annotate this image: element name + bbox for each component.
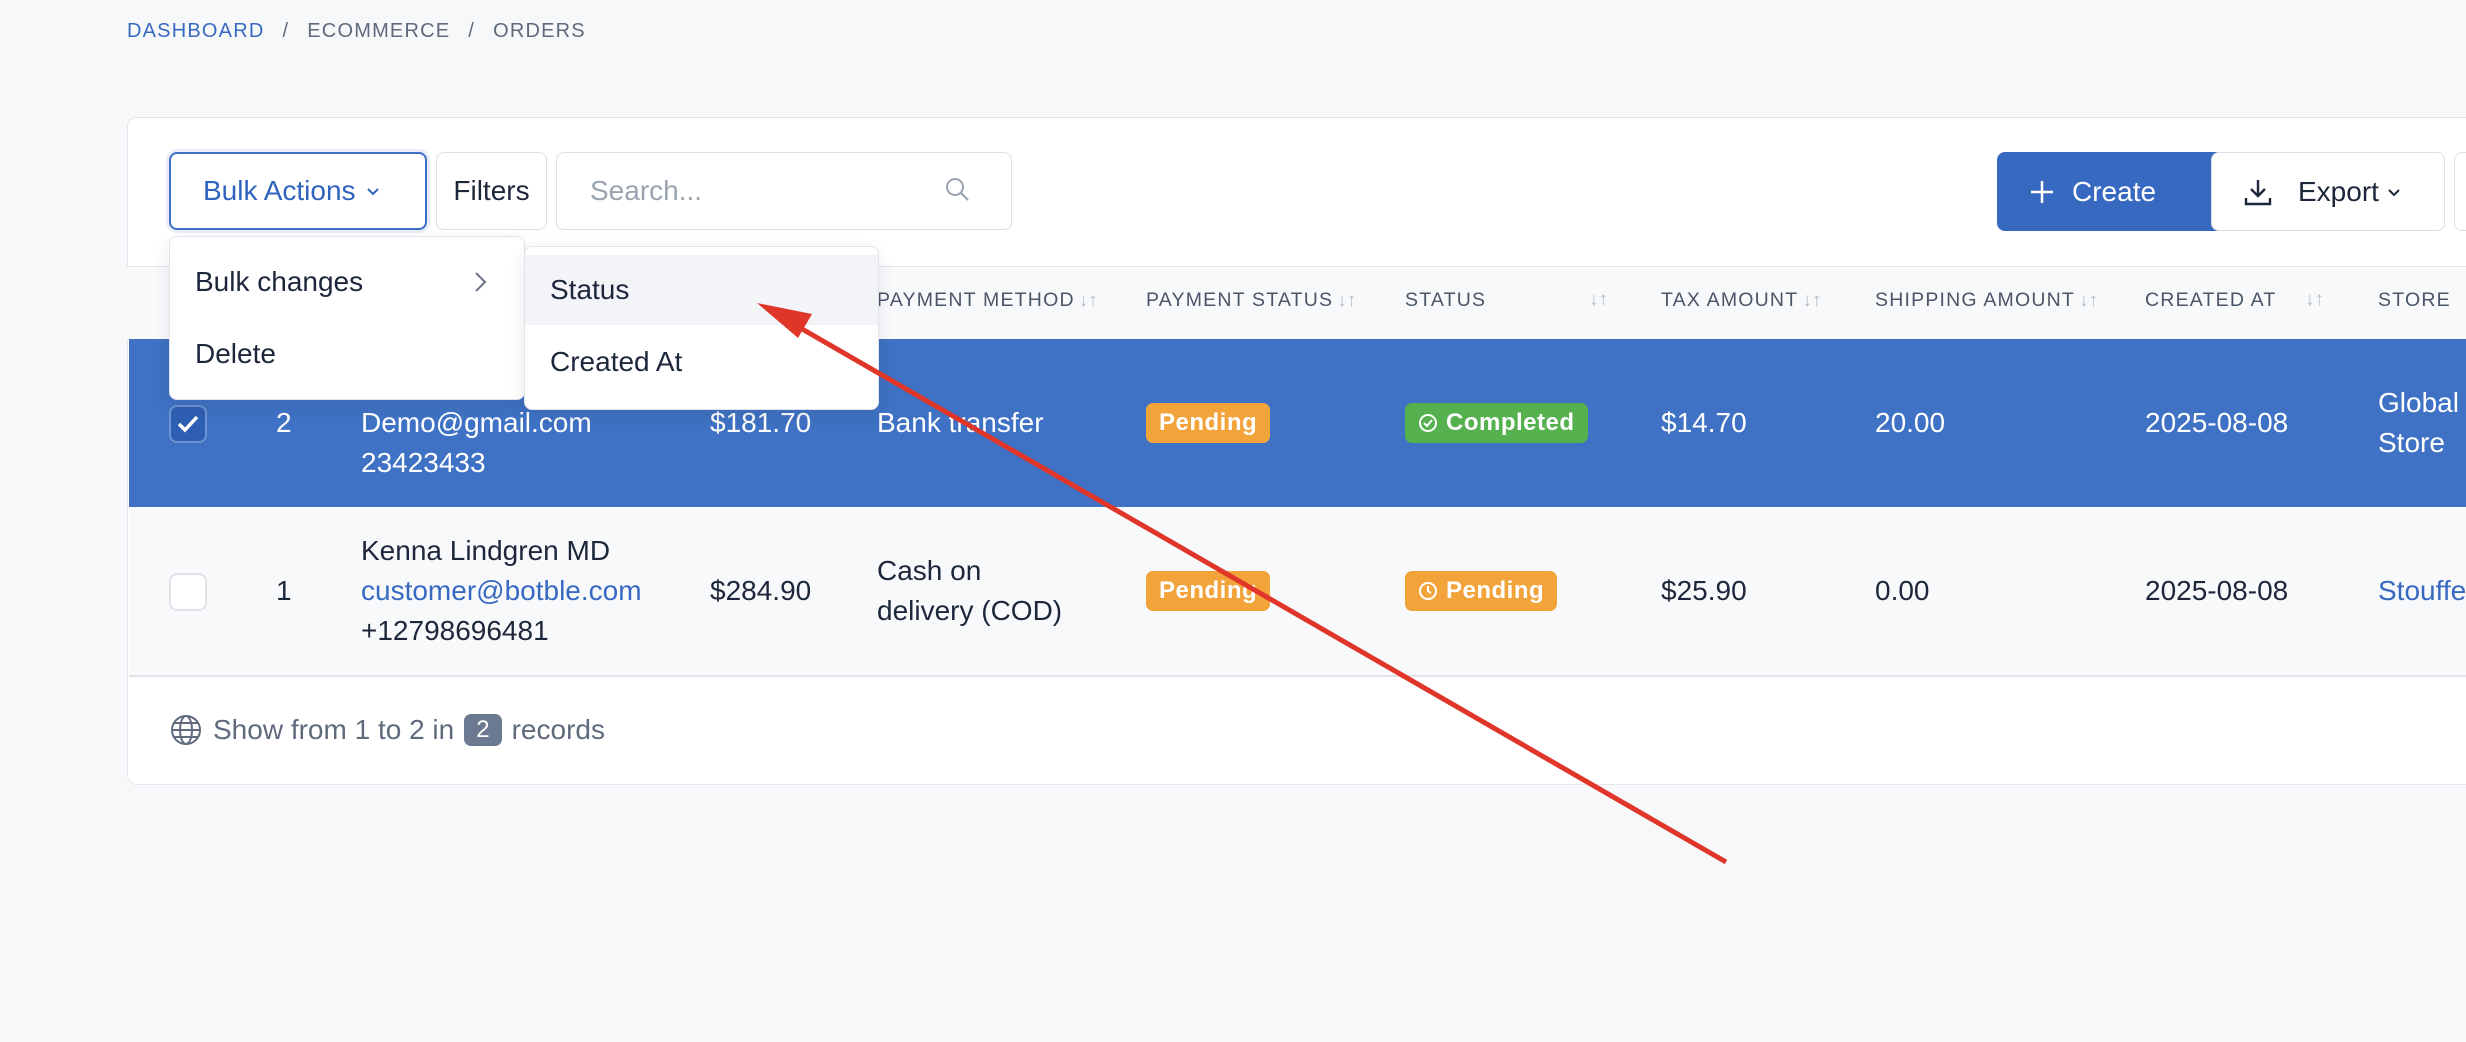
shipping-amount: 0.00 (1875, 575, 1930, 606)
status-label: Completed (1446, 409, 1575, 436)
menu-item-label: Created At (550, 346, 683, 377)
download-icon (2244, 179, 2272, 205)
sort-icon[interactable]: ↓↑ (1589, 289, 1608, 311)
breadcrumb-orders: ORDERS (493, 20, 586, 42)
payment-status-badge: Pending (1146, 571, 1271, 611)
store-name[interactable]: Stouffe (2378, 571, 2466, 611)
filters-label: Filters (453, 175, 530, 206)
order-id: 2 (276, 407, 292, 438)
status-label: Pending (1446, 577, 1545, 604)
bulk-actions-label: Bulk Actions (203, 175, 356, 206)
payment-method: Cash on (877, 555, 982, 586)
status-badge: Pending (1405, 571, 1558, 611)
row-checkbox[interactable] (169, 405, 207, 443)
sort-icon[interactable]: ↓↑ (2305, 289, 2324, 311)
search-placeholder: Search... (590, 175, 703, 206)
column-label: SHIPPING AMOUNT (1875, 289, 2076, 311)
column-header-shipping-amount[interactable]: SHIPPING AMOUNT ↓↑ (1875, 289, 2098, 312)
bulk-changes-submenu: Status Created At (524, 246, 879, 410)
status-badge: Completed (1405, 403, 1588, 443)
customer-email[interactable]: customer@botble.com (361, 571, 642, 611)
customer-name: Kenna Lindgren MD (361, 535, 611, 566)
export-label: Export (2298, 175, 2379, 207)
menu-item-label: Status (550, 274, 630, 305)
breadcrumb: DASHBOARD / ECOMMERCE / ORDERS (127, 20, 586, 43)
footer-prefix: Show from 1 to 2 in (213, 714, 455, 745)
globe-icon (171, 715, 201, 745)
menu-item-bulk-changes[interactable]: Bulk changes (170, 247, 524, 317)
column-label: STATUS (1405, 289, 1487, 311)
created-at: 2025-08-08 (2145, 575, 2289, 606)
breadcrumb-separator: / (282, 20, 290, 42)
column-header-tax-amount[interactable]: TAX AMOUNT ↓↑ (1661, 289, 1821, 312)
chevron-right-icon (475, 272, 487, 292)
bulk-actions-button[interactable]: Bulk Actions (169, 152, 427, 230)
column-label: PAYMENT STATUS (1146, 289, 1334, 311)
submenu-item-created-at[interactable]: Created At (525, 327, 878, 397)
customer-phone: 23423433 (361, 447, 486, 478)
footer-suffix: records (511, 714, 605, 745)
record-count-badge: 2 (464, 714, 502, 746)
export-button[interactable]: Export (2211, 152, 2445, 231)
column-header-created-at[interactable]: CREATED AT ↓↑ (2145, 289, 2324, 312)
column-label: TAX AMOUNT (1661, 289, 1799, 311)
column-label: CREATED AT (2145, 289, 2277, 311)
breadcrumb-ecommerce[interactable]: ECOMMERCE (307, 20, 450, 43)
bulk-actions-menu: Bulk changes Delete (169, 236, 525, 400)
shipping-amount: 20.00 (1875, 407, 1946, 438)
sort-icon[interactable]: ↓↑ (1337, 290, 1356, 311)
clock-icon (1419, 582, 1437, 600)
menu-item-label: Delete (195, 338, 276, 369)
breadcrumb-dashboard[interactable]: DASHBOARD (127, 20, 265, 43)
column-header-payment-status[interactable]: PAYMENT STATUS ↓↑ (1146, 289, 1356, 312)
payment-status-badge: Pending (1146, 403, 1271, 443)
table-footer: Show from 1 to 2 in 2 records (169, 713, 605, 747)
payment-method-line2: delivery (COD) (877, 595, 1063, 626)
tax-amount: $14.70 (1661, 407, 1747, 438)
sort-icon[interactable]: ↓↑ (2079, 290, 2098, 311)
customer-phone: +12798696481 (361, 615, 549, 646)
menu-item-label: Bulk changes (195, 266, 364, 297)
column-header-store[interactable]: STORE (2378, 289, 2451, 312)
check-icon (177, 415, 199, 433)
sort-icon[interactable]: ↓↑ (1079, 290, 1098, 311)
payment-method: Bank transfer (877, 407, 1044, 438)
column-header-status[interactable]: STATUS ↓↑ (1405, 289, 1608, 312)
search-icon (946, 178, 969, 201)
store-name-line2[interactable]: Store (2378, 423, 2445, 463)
sort-icon[interactable]: ↓↑ (1802, 290, 1821, 311)
chevron-down-icon (366, 188, 379, 196)
check-circle-icon (1419, 414, 1437, 432)
column-header-payment-method[interactable]: PAYMENT METHOD ↓↑ (877, 289, 1098, 312)
more-actions-button[interactable] (2454, 152, 2466, 231)
create-label: Create (2072, 175, 2157, 207)
row-checkbox[interactable] (169, 573, 207, 611)
column-label: PAYMENT METHOD (877, 289, 1075, 311)
filters-button[interactable]: Filters (436, 152, 547, 230)
order-id: 1 (276, 575, 292, 606)
created-at: 2025-08-08 (2145, 407, 2289, 438)
menu-item-delete[interactable]: Delete (170, 319, 524, 389)
chevron-down-icon (2388, 188, 2400, 196)
store-name[interactable]: Global (2378, 383, 2459, 423)
create-button[interactable]: Create (1997, 152, 2247, 231)
column-label: STORE (2378, 289, 2451, 311)
breadcrumb-separator: / (468, 20, 476, 42)
submenu-item-status[interactable]: Status (525, 255, 878, 325)
order-amount: $284.90 (710, 575, 812, 606)
tax-amount: $25.90 (1661, 575, 1747, 606)
search-input[interactable]: Search... (556, 152, 1012, 230)
plus-icon (2031, 180, 2053, 203)
